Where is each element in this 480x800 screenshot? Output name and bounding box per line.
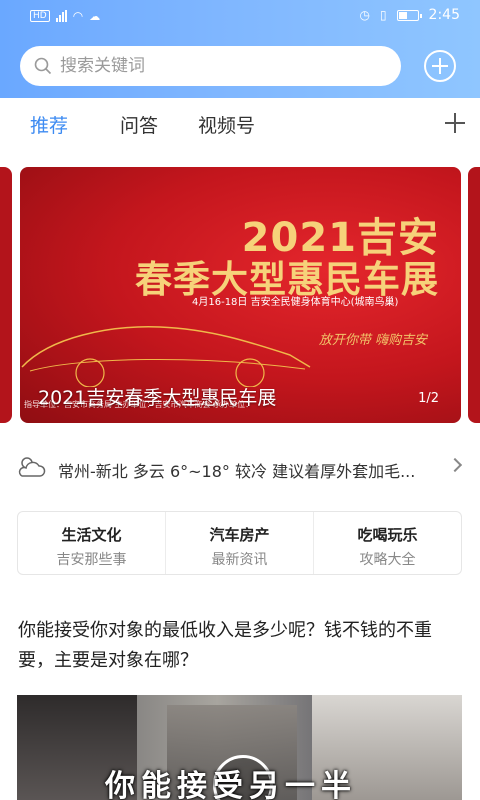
vibrate-icon: ▯ [379,8,387,22]
tab-video[interactable]: 视频号 [198,111,255,138]
weather-row[interactable]: 常州-新北 多云 6°~18° 较冷 建议着厚外套加毛... [0,446,480,490]
video-subtitle: 你能接受另一半 [105,769,357,800]
banner-carousel[interactable]: 2021吉安 春季大型惠民车展 4月16-18日 吉安全民健身体育中心(城南鸟巢… [0,167,480,425]
search-bar[interactable] [20,46,401,86]
search-input[interactable] [60,56,360,76]
alarm-icon: ◷ [359,8,370,22]
prev-banner-peek[interactable] [0,167,12,423]
category-title: 吃喝玩乐 [357,526,418,544]
clock: 2:45 [428,7,460,23]
app-header: HD ◠ ☁ ◷ ▯ 2:45 [0,0,480,98]
add-tab-icon[interactable] [444,112,466,134]
category-life-culture[interactable]: 生活文化 吉安那些事 [18,512,166,574]
banner-counter: 1/2 [418,391,439,406]
tab-qa[interactable]: 问答 [120,111,158,138]
hd-indicator: HD [30,10,50,22]
search-icon [34,57,52,75]
chevron-right-icon[interactable] [447,457,463,473]
banner-slide[interactable]: 2021吉安 春季大型惠民车展 4月16-18日 吉安全民健身体育中心(城南鸟巢… [20,167,461,423]
category-subtitle: 最新资讯 [211,552,268,568]
video-thumbnail[interactable]: 你能接受另一半 [17,695,462,800]
weather-text: 常州-新北 多云 6°~18° 较冷 建议着厚外套加毛... [58,462,416,481]
tab-bar: 推荐 问答 视频号 [0,98,480,148]
add-circle-icon[interactable] [424,50,456,82]
cloud-sun-icon [18,457,46,477]
wifi-icon: ◠ [72,9,84,23]
cloud-status-icon: ☁ [89,9,101,23]
category-title: 汽车房产 [209,526,270,544]
battery-icon [396,9,422,21]
signal-icon [55,10,67,22]
category-food-fun[interactable]: 吃喝玩乐 攻略大全 [314,512,461,574]
banner-details: 4月16-18日 吉安全民健身体育中心(城南鸟巢) [192,297,399,308]
category-auto-house[interactable]: 汽车房产 最新资讯 [166,512,314,574]
banner-caption: 2021吉安春季大型惠民车展 [38,387,277,409]
category-title: 生活文化 [61,526,122,544]
tab-recommend[interactable]: 推荐 [30,111,68,138]
car-illustration [21,326,311,387]
next-banner-peek[interactable] [468,167,480,423]
status-bar: HD ◠ ☁ ◷ ▯ 2:45 [0,0,480,32]
category-panel: 生活文化 吉安那些事 汽车房产 最新资讯 吃喝玩乐 攻略大全 [17,511,462,575]
banner-slogan: 放开你带 嗨购吉安 [318,333,427,348]
article-title[interactable]: 你能接受你对象的最低收入是多少呢？钱不钱的不重要，主要是对象在哪？ [18,616,462,676]
category-subtitle: 吉安那些事 [56,552,127,568]
category-subtitle: 攻略大全 [359,552,416,568]
